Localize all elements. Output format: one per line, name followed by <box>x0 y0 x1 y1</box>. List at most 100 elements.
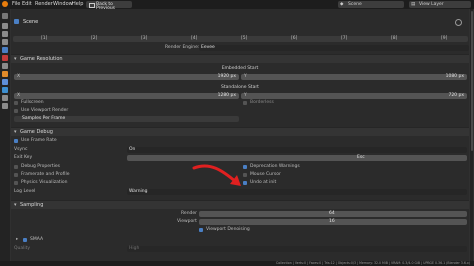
layer-number[interactable]: [9] <box>441 36 447 42</box>
vertical-scrollbar[interactable] <box>470 9 473 261</box>
viewport-samples-value: 16 <box>329 218 335 224</box>
viewport-denoising-label: Viewport Denoising <box>206 227 250 232</box>
embedded-x-field[interactable]: X 1920 px <box>14 74 239 80</box>
status-bar: Collection | Verts:0 | Faces:0 | Tris:12… <box>0 261 474 266</box>
vsync-dropdown[interactable]: On <box>127 147 467 153</box>
render-engine-value: Eevee <box>201 44 215 50</box>
data-tab-icon[interactable] <box>2 103 8 109</box>
exit-key-label: Exit Key <box>14 155 33 160</box>
panel-expand-icon: ▾ <box>14 129 17 135</box>
standalone-x-field[interactable]: X 1280 px <box>14 93 239 99</box>
layer-number[interactable]: [2] <box>91 36 97 42</box>
smaa-checkbox[interactable] <box>23 238 27 242</box>
game-debug-header[interactable]: ▾ Game Debug <box>11 127 469 136</box>
properties-editor: Scene [1] [2] [3] [4] [5] [6] [7] [8] [9… <box>11 9 469 261</box>
output-tab-icon[interactable] <box>2 31 8 37</box>
use-frame-rate-checkbox[interactable] <box>14 139 18 143</box>
physics-tab-icon[interactable] <box>2 87 8 93</box>
layer-number[interactable]: [3] <box>141 36 147 42</box>
viewport-samples-field[interactable]: 16 <box>199 219 467 225</box>
scene-selector[interactable]: ◆ Scene <box>338 1 404 8</box>
arrow-shaft <box>192 164 238 184</box>
menu-render[interactable]: Render <box>35 2 53 7</box>
constraint-tab-icon[interactable] <box>2 95 8 101</box>
sampling-header[interactable]: ▾ Sampling <box>11 200 469 209</box>
object-tab-icon[interactable] <box>2 71 8 77</box>
render-samples-field[interactable]: 64 <box>199 211 467 217</box>
view-layer-icon: ▤ <box>411 1 416 7</box>
viewport-samples-label: Viewport <box>177 219 197 224</box>
standalone-y-field[interactable]: Y 720 px <box>241 93 467 99</box>
log-level-value: Warning <box>129 188 148 194</box>
render-engine-label: Render Engine: <box>165 45 200 50</box>
view-layer-tab-icon[interactable] <box>2 39 8 45</box>
menu-edit[interactable]: Edit <box>22 2 32 7</box>
fullscreen-label: Fullscreen <box>21 100 44 105</box>
collection-tab-icon[interactable] <box>2 63 8 69</box>
debug-properties-checkbox[interactable] <box>14 165 18 169</box>
menu-file[interactable]: File <box>12 2 20 7</box>
embedded-x-value: 1920 px <box>217 73 236 79</box>
quality-dropdown[interactable]: High <box>127 246 467 252</box>
standalone-y-value: 720 px <box>448 92 464 98</box>
layer-number[interactable]: [1] <box>41 36 47 42</box>
view-layer-name: View Layer <box>419 1 444 7</box>
screen-icon <box>89 3 95 8</box>
fullscreen-checkbox[interactable] <box>14 101 18 105</box>
game-resolution-title: Game Resolution <box>20 55 63 62</box>
physics-visualization-checkbox[interactable] <box>14 181 18 185</box>
menu-help[interactable]: Help <box>72 2 83 7</box>
layer-number[interactable]: [4] <box>191 36 197 42</box>
framerate-profile-checkbox[interactable] <box>14 173 18 177</box>
blender-logo-icon[interactable] <box>2 1 8 7</box>
menu-window[interactable]: Window <box>53 2 73 7</box>
world-tab-icon[interactable] <box>2 55 8 61</box>
render-tab-icon[interactable] <box>2 23 8 29</box>
layer-number[interactable]: [5] <box>241 36 247 42</box>
layer-number[interactable]: [6] <box>291 36 297 42</box>
smaa-label: SMAA <box>30 237 44 242</box>
embedded-y-field[interactable]: Y 1080 px <box>241 74 467 80</box>
context-title: Scene <box>23 19 39 25</box>
scene-icon: ◆ <box>340 1 344 7</box>
panel-expand-icon: ▾ <box>14 202 17 208</box>
log-level-dropdown[interactable]: Warning <box>127 189 467 195</box>
status-bar-text: Collection | Verts:0 | Faces:0 | Tris:12… <box>275 260 470 265</box>
exit-key-field[interactable]: Esc <box>127 155 467 161</box>
render-engine-dropdown[interactable]: Eevee <box>199 45 469 51</box>
render-samples-value: 64 <box>329 210 335 216</box>
layer-number[interactable]: [7] <box>341 36 347 42</box>
tool-tab-icon[interactable] <box>2 13 8 19</box>
render-samples-label: Render <box>181 211 198 216</box>
pin-icon[interactable] <box>455 19 462 26</box>
borderless-checkbox[interactable] <box>243 101 247 105</box>
properties-tab-bar <box>0 9 10 261</box>
scene-tab-icon[interactable] <box>2 47 8 53</box>
layer-number[interactable]: [8] <box>391 36 397 42</box>
standalone-x-value: 1280 px <box>217 92 236 98</box>
game-debug-title: Game Debug <box>20 128 53 135</box>
physics-visualization-label: Physics Visualization <box>21 180 68 185</box>
view-layer-selector[interactable]: ▤ View Layer <box>409 1 471 8</box>
scrollbar-thumb[interactable] <box>470 11 473 151</box>
modifier-tab-icon[interactable] <box>2 79 8 85</box>
standalone-y-label: Y <box>244 92 247 98</box>
use-viewport-render-label: Use Viewport Render <box>21 108 69 113</box>
game-resolution-header[interactable]: ▾ Game Resolution <box>11 54 469 63</box>
top-menu-bar: File Edit Render Window Help Back to Pre… <box>0 0 474 11</box>
mouse-cursor-label: Mouse Cursor <box>250 172 281 177</box>
viewport-denoising-checkbox[interactable] <box>199 228 203 232</box>
debug-properties-label: Debug Properties <box>21 164 60 169</box>
smaa-expand-icon[interactable]: ▸ <box>16 237 18 243</box>
use-viewport-render-checkbox[interactable] <box>14 109 18 113</box>
undo-at-init-label: Undo at init <box>250 180 277 185</box>
samples-per-frame-dropdown[interactable]: Samples Per Frame <box>14 116 239 122</box>
standalone-start-title: Standalone Start <box>221 85 259 90</box>
use-frame-rate-label: Use Frame Rate <box>21 138 57 143</box>
framerate-profile-label: Framerate and Profile <box>21 172 70 177</box>
exit-key-value: Esc <box>357 154 365 160</box>
embedded-start-title: Embedded Start <box>221 66 259 71</box>
back-to-previous-button[interactable]: Back to Previous <box>86 1 132 11</box>
log-level-label: Log Level <box>14 189 36 194</box>
embedded-x-label: X <box>17 73 21 79</box>
